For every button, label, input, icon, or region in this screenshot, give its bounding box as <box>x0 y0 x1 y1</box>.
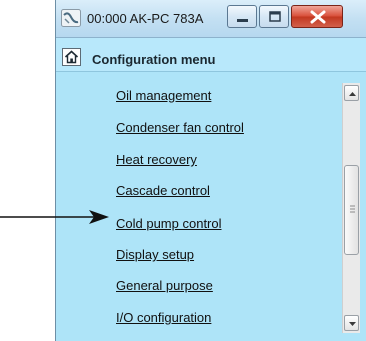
menu-item-general-purpose[interactable]: General purpose <box>116 278 213 293</box>
home-button[interactable] <box>62 48 81 66</box>
menu-item-cold-pump-control[interactable]: Cold pump control <box>116 216 222 231</box>
title-bar[interactable]: 00:000 AK-PC 783A <box>56 0 366 38</box>
menu-item-oil-management[interactable]: Oil management <box>116 88 211 103</box>
grip-icon <box>350 205 355 213</box>
scroll-thumb[interactable] <box>344 165 359 255</box>
minimize-icon <box>237 19 248 22</box>
triangle-up-icon <box>349 92 356 96</box>
menu-header: Configuration menu <box>56 38 366 72</box>
close-button[interactable] <box>291 5 343 28</box>
maximize-icon <box>269 11 281 22</box>
config-window: 00:000 AK-PC 783A Configuration menu Oil… <box>55 0 366 341</box>
home-icon <box>64 50 79 64</box>
page-title: Configuration menu <box>92 52 216 67</box>
menu-item-condenser-fan-control[interactable]: Condenser fan control <box>116 120 244 135</box>
scroll-up-button[interactable] <box>344 85 359 101</box>
menu-item-cascade-control[interactable]: Cascade control <box>116 183 210 198</box>
maximize-button[interactable] <box>259 5 289 28</box>
window-title: 00:000 AK-PC 783A <box>87 11 204 26</box>
scroll-down-button[interactable] <box>344 315 359 331</box>
app-icon <box>61 9 81 27</box>
minimize-button[interactable] <box>227 5 257 28</box>
vertical-scrollbar[interactable] <box>342 83 360 333</box>
close-icon <box>310 10 326 24</box>
menu-item-display-setup[interactable]: Display setup <box>116 247 194 262</box>
menu-item-io-configuration[interactable]: I/O configuration <box>116 310 211 325</box>
pointer-arrow-icon <box>0 210 109 224</box>
menu-item-heat-recovery[interactable]: Heat recovery <box>116 152 197 167</box>
triangle-down-icon <box>349 322 356 326</box>
